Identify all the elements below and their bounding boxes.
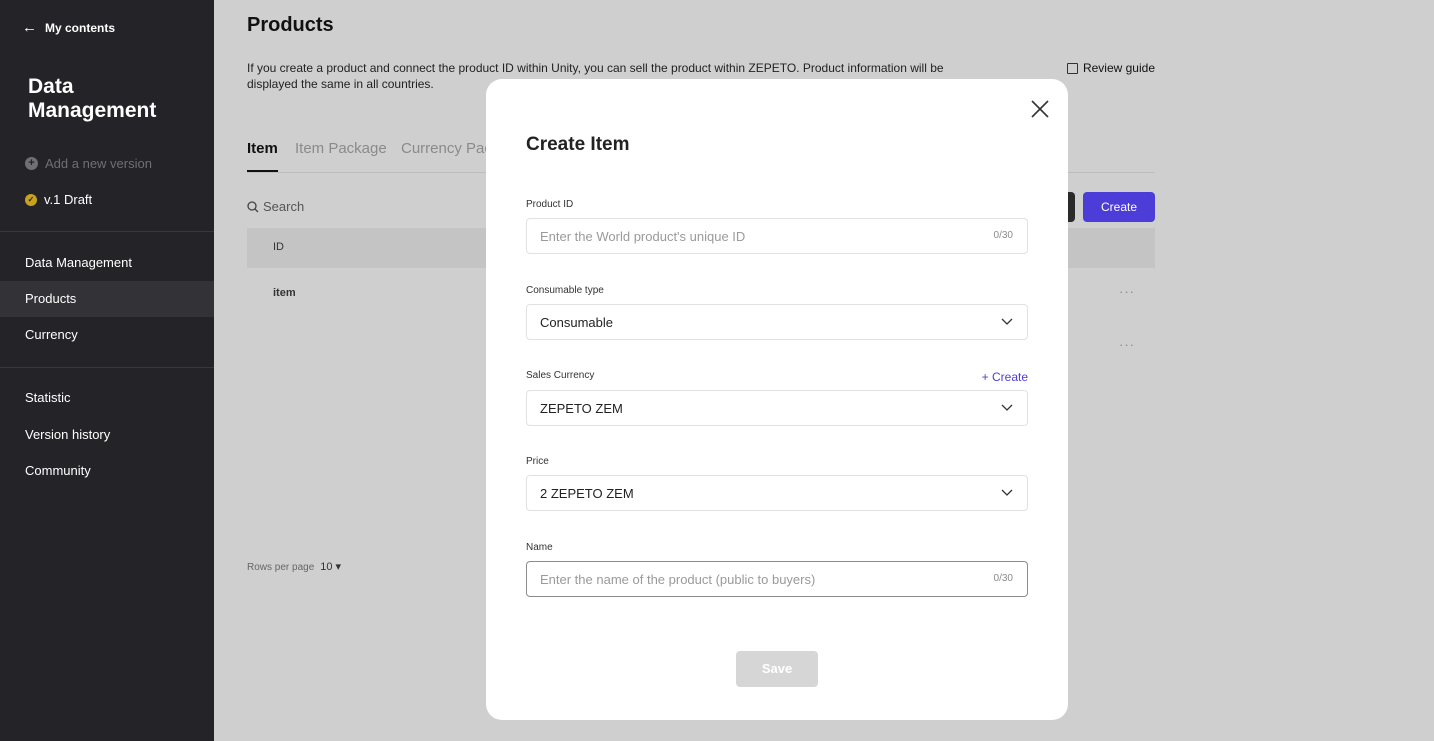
rows-per-page[interactable]: Rows per page 10 ▾ xyxy=(247,560,341,573)
more-icon[interactable]: ··· xyxy=(1119,337,1135,352)
back-label: My contents xyxy=(45,20,116,35)
chevron-down-icon xyxy=(1001,489,1013,496)
chevron-down-icon xyxy=(1001,318,1013,325)
document-icon xyxy=(1066,62,1078,74)
sidebar-item-statistic[interactable]: Statistic xyxy=(0,380,214,416)
plus-circle-icon: + xyxy=(25,157,38,170)
search-input[interactable]: Search xyxy=(247,199,304,214)
rows-per-page-value: 10 ▾ xyxy=(320,561,342,573)
arrow-left-icon: ← xyxy=(22,19,37,36)
search-icon xyxy=(247,200,259,212)
tab-item[interactable]: Item xyxy=(247,140,278,172)
sidebar-item-products[interactable]: Products xyxy=(0,281,214,317)
name-field: 0/30 xyxy=(526,561,1028,597)
sidebar-item-community[interactable]: Community xyxy=(0,453,214,489)
product-id-input[interactable] xyxy=(527,219,983,253)
sidebar: ← My contents Data Management + Add a ne… xyxy=(0,0,214,741)
name-counter: 0/30 xyxy=(993,573,1013,584)
modal-title: Create Item xyxy=(526,134,630,155)
sidebar-divider xyxy=(0,367,214,368)
price-select[interactable]: 2 ZEPETO ZEM xyxy=(526,475,1028,511)
price-value: 2 ZEPETO ZEM xyxy=(540,486,634,501)
review-guide-label: Review guide xyxy=(1082,61,1155,75)
sales-currency-select[interactable]: ZEPETO ZEM xyxy=(526,390,1028,426)
sidebar-item-version-history[interactable]: Version history xyxy=(0,417,214,453)
rows-per-page-label: Rows per page xyxy=(247,562,315,573)
version-draft[interactable]: ✓ v.1 Draft xyxy=(25,192,92,207)
more-icon[interactable]: ··· xyxy=(1119,284,1135,299)
product-id-field: 0/30 xyxy=(526,218,1028,254)
back-to-my-contents[interactable]: ← My contents xyxy=(22,19,115,36)
product-id-label: Product ID xyxy=(526,199,574,210)
sales-currency-label: Sales Currency xyxy=(526,370,595,381)
price-label: Price xyxy=(526,456,549,467)
add-version-label: Add a new version xyxy=(45,156,152,171)
tab-item-package[interactable]: Item Package xyxy=(295,140,387,157)
consumable-type-select[interactable]: Consumable xyxy=(526,304,1028,340)
close-icon[interactable] xyxy=(1029,98,1051,120)
name-label: Name xyxy=(526,542,553,553)
page-title: Products xyxy=(247,14,334,36)
create-item-modal: Create Item Product ID 0/30 Consumable t… xyxy=(486,79,1068,720)
create-button[interactable]: Create xyxy=(1083,192,1155,222)
column-header-id: ID xyxy=(273,241,284,253)
create-currency-link[interactable]: + Create xyxy=(982,370,1028,384)
sidebar-item-currency[interactable]: Currency xyxy=(0,317,214,353)
chevron-down-icon xyxy=(1001,404,1013,411)
draft-label: v.1 Draft xyxy=(44,192,93,207)
review-guide-link[interactable]: Review guide xyxy=(1066,61,1155,75)
sidebar-divider xyxy=(0,231,214,232)
consumable-type-label: Consumable type xyxy=(526,285,604,296)
product-id-counter: 0/30 xyxy=(993,230,1013,241)
sales-currency-value: ZEPETO ZEM xyxy=(540,401,623,416)
add-version-button[interactable]: + Add a new version xyxy=(25,156,152,171)
sidebar-item-data-management[interactable]: Data Management xyxy=(0,245,214,281)
name-input[interactable] xyxy=(527,562,983,596)
consumable-type-value: Consumable xyxy=(540,315,613,330)
search-placeholder: Search xyxy=(263,199,305,214)
check-circle-icon: ✓ xyxy=(25,193,37,206)
tab-currency-package[interactable]: Currency Pac xyxy=(401,140,492,157)
table-row[interactable]: item xyxy=(273,287,296,299)
save-button[interactable]: Save xyxy=(736,651,818,687)
sidebar-title: Data Management xyxy=(28,75,157,122)
